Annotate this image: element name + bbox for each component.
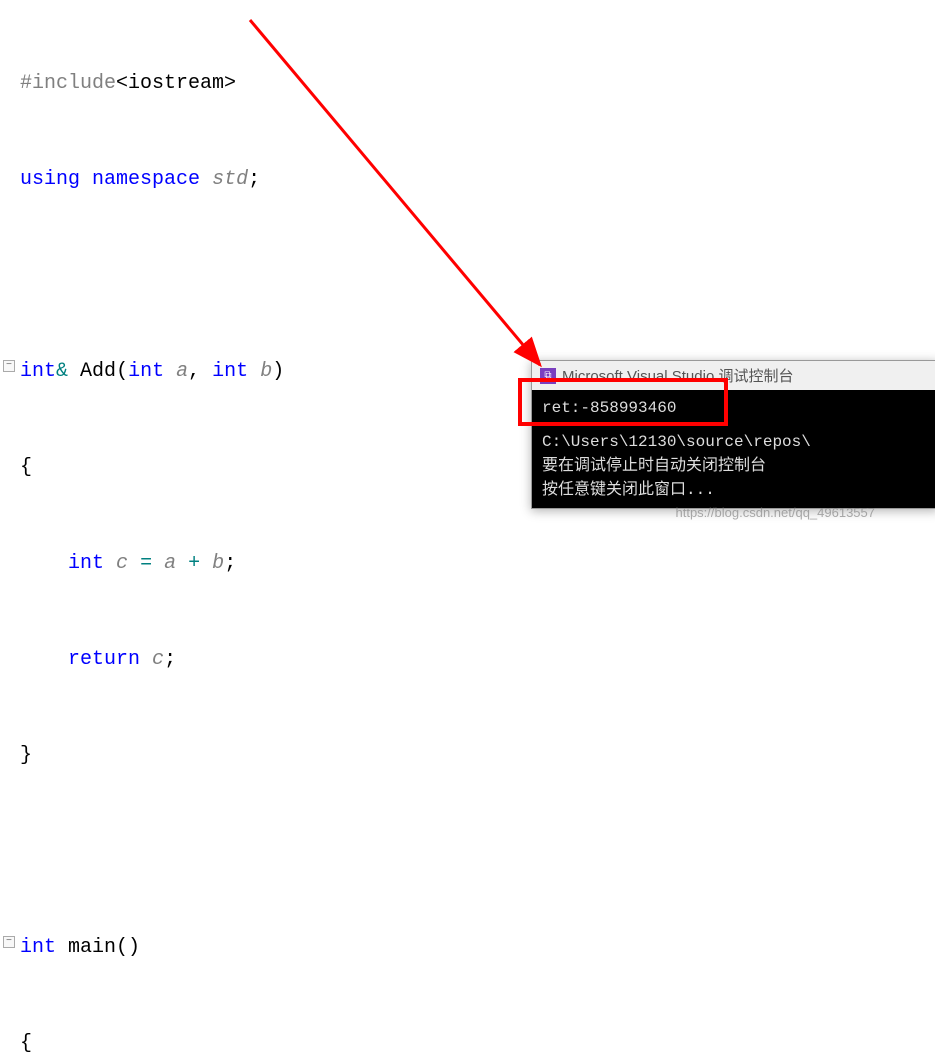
fold-icon[interactable]: − bbox=[3, 360, 15, 372]
function-name: Add bbox=[80, 360, 116, 383]
code-line: using namespace std; bbox=[0, 164, 935, 196]
fold-icon[interactable]: − bbox=[3, 936, 15, 948]
code-line: −int main() bbox=[0, 932, 935, 964]
identifier-token: std bbox=[212, 168, 248, 191]
console-title: Microsoft Visual Studio 调试控制台 bbox=[562, 365, 793, 386]
console-output-line: 按任意键关闭此窗口... bbox=[542, 478, 928, 502]
code-line: } bbox=[0, 740, 935, 772]
console-output-line: ret:-858993460 bbox=[542, 396, 928, 420]
keyword-token: namespace bbox=[92, 168, 200, 191]
debug-console-window[interactable]: ⧉ Microsoft Visual Studio 调试控制台 ret:-858… bbox=[531, 360, 935, 509]
console-body: ret:-858993460 C:\Users\12130\source\rep… bbox=[532, 390, 935, 508]
keyword-token: using bbox=[20, 168, 80, 191]
type-token: int bbox=[20, 360, 56, 383]
operator-token: & bbox=[56, 360, 68, 383]
code-line: { bbox=[0, 1028, 935, 1056]
code-line: int c = a + b; bbox=[0, 548, 935, 580]
watermark-text: https://blog.csdn.net/qq_49613557 bbox=[676, 505, 876, 520]
code-line bbox=[0, 260, 935, 292]
console-output-line: 要在调试停止时自动关闭控制台 bbox=[542, 454, 928, 478]
fold-gutter[interactable]: − bbox=[0, 932, 18, 954]
include-target: <iostream> bbox=[116, 72, 236, 95]
code-editor[interactable]: #include<iostream> using namespace std; … bbox=[0, 0, 935, 1056]
preproc-token: #include bbox=[20, 72, 116, 95]
fold-gutter[interactable]: − bbox=[0, 356, 18, 378]
console-output-line: C:\Users\12130\source\repos\ bbox=[542, 430, 928, 454]
code-line bbox=[0, 836, 935, 868]
code-line: #include<iostream> bbox=[0, 68, 935, 100]
visual-studio-icon: ⧉ bbox=[540, 368, 556, 384]
console-titlebar[interactable]: ⧉ Microsoft Visual Studio 调试控制台 bbox=[532, 361, 935, 390]
code-line: return c; bbox=[0, 644, 935, 676]
